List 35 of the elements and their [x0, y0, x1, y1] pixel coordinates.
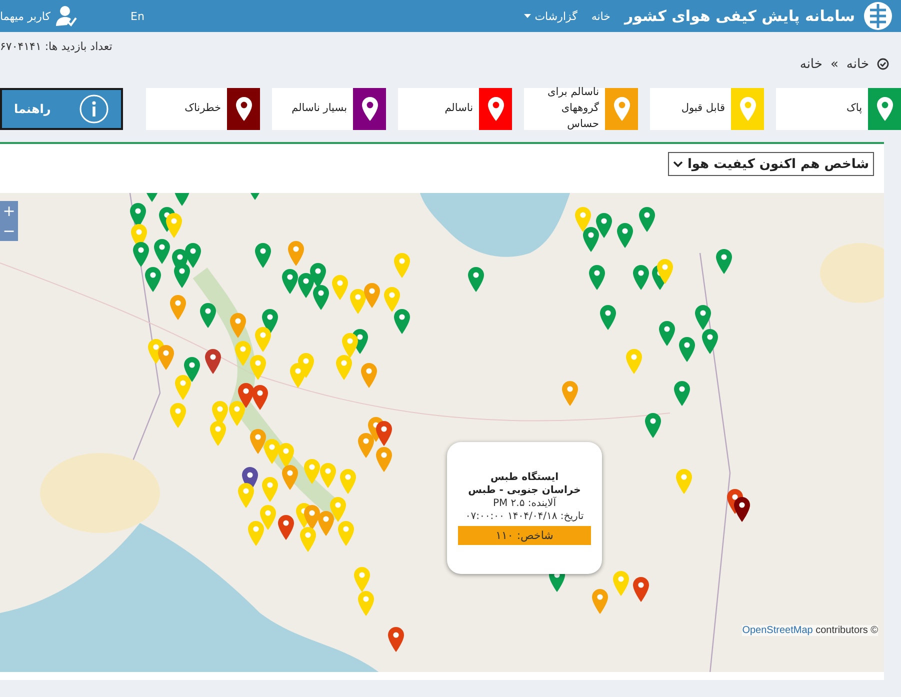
user-icon — [54, 5, 77, 27]
map-attribution: OpenStreetMap contributors © — [742, 625, 878, 636]
map-pin-icon — [876, 96, 894, 122]
map-pin-icon — [486, 96, 504, 122]
visit-counter: تعداد بازدید ها: ۶۷۰۴۱۴۱ — [0, 40, 112, 53]
language-link[interactable]: En — [130, 10, 144, 22]
index-value: شاخص: ۱۱۰ — [458, 526, 591, 544]
legend-label: ناسالم — [444, 101, 474, 116]
openstreetmap-link[interactable]: OpenStreetMap — [742, 625, 813, 636]
caret-icon — [524, 14, 531, 18]
check-circle-icon — [877, 58, 889, 70]
breadcrumb-item[interactable]: خانه — [800, 56, 822, 72]
pollutant-text: آلاینده: PM ۲.۵ — [492, 498, 556, 508]
site-title: سامانه پایش کیفی هوای کشور — [624, 7, 855, 25]
station-name: ایستگاه طبس — [490, 472, 559, 482]
legend-label: بسیار ناسالم — [290, 101, 348, 116]
station-location: خراسان جنوبی - طبس — [468, 484, 581, 496]
index-select[interactable]: شاخص هم اکنون کیفیت هوا — [668, 152, 874, 176]
legend-label: قابل قبول — [680, 101, 726, 116]
legend-label: پاک — [845, 101, 863, 116]
info-icon — [79, 94, 109, 124]
breadcrumb-item[interactable]: خانه — [846, 56, 869, 72]
map-pin-icon — [612, 96, 630, 122]
legend-label: ناسالم برای گروههای حساس — [546, 85, 600, 132]
reports-menu[interactable]: گزارشات — [524, 10, 578, 22]
chevron-down-icon — [673, 160, 684, 168]
legend-label: خطرناک — [184, 101, 222, 116]
home-link[interactable]: خانه — [591, 10, 610, 22]
map-pin-icon — [234, 96, 252, 122]
breadcrumb-separator: » — [830, 56, 838, 72]
guest-user-link[interactable]: کاربر میهما — [0, 5, 77, 27]
map-pin-icon — [360, 96, 378, 122]
map-pin-icon — [738, 96, 756, 122]
date-text: تاریخ: ۱۴۰۴/۰۴/۱۸ ۰۷:۰۰:۰۰ — [465, 510, 584, 522]
guide-button[interactable]: راهنما — [0, 88, 123, 130]
